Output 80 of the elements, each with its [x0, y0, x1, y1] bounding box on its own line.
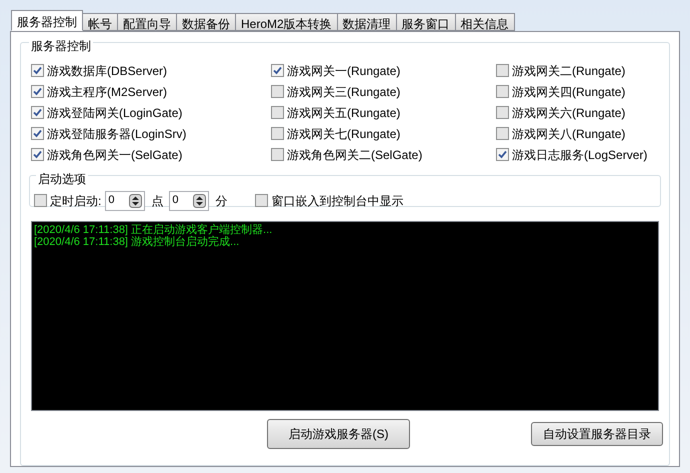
checkbox-option[interactable]: 游戏网关一(Rungate) [271, 60, 496, 81]
checkbox[interactable] [31, 64, 44, 77]
checkbox[interactable] [496, 64, 509, 77]
checkbox-label: 游戏网关三(Rungate) [287, 84, 400, 100]
checkbox-option[interactable]: 游戏网关六(Rungate) [496, 102, 667, 123]
tab[interactable]: HeroM2版本转换 [235, 13, 338, 31]
log-line: [2020/4/6 17:11:38] 游戏控制台启动完成... [34, 236, 240, 248]
checkbox-label: 游戏数据库(DBServer) [47, 62, 168, 80]
checkbox-label: 游戏网关一(Rungate) [287, 62, 400, 80]
checkbox-label: 游戏登陆服务器(LoginSrv) [47, 126, 186, 142]
checkbox-option[interactable]: 游戏角色网关二(SelGate) [271, 144, 496, 165]
checkbox-option[interactable]: 窗口嵌入到控制台中显示 [255, 190, 404, 211]
checkbox-label: 游戏网关六(Rungate) [512, 104, 626, 122]
checkbox-label: 定时启动: [50, 192, 102, 210]
checkbox-label: 游戏网关五(Rungate) [287, 104, 400, 122]
checkbox[interactable] [496, 148, 509, 161]
checkbox-label: 游戏网关二(Rungate) [512, 62, 626, 80]
checkbox[interactable] [31, 127, 44, 140]
checkbox[interactable] [271, 148, 284, 161]
checkmark-icon [33, 66, 42, 75]
checkbox-label: 游戏网关八(Rungate) [512, 126, 626, 142]
checkbox-option[interactable]: 游戏日志服务(LogServer) [496, 144, 667, 165]
checkbox-option[interactable]: 游戏网关四(Rungate) [496, 81, 667, 102]
checkbox[interactable] [255, 194, 268, 207]
unit-label: 分 [215, 192, 228, 210]
checkbox-option[interactable]: 游戏登陆网关(LoginGate) [31, 102, 271, 123]
checkbox-label: 游戏登陆网关(LoginGate) [47, 104, 182, 122]
checkbox-option[interactable]: 游戏主程序(M2Server) [31, 81, 271, 102]
spin-arrows-icon[interactable] [129, 194, 142, 208]
checkmark-icon [33, 150, 42, 159]
tab[interactable]: 服务窗口 [396, 13, 456, 31]
checkbox-option[interactable]: 游戏登陆服务器(LoginSrv) [31, 123, 271, 144]
checkbox-label: 游戏日志服务(LogServer) [512, 146, 648, 164]
number-spinner[interactable]: 0 [105, 190, 146, 210]
checkbox[interactable] [271, 127, 284, 140]
checkbox[interactable] [496, 106, 509, 119]
checkbox-label: 游戏角色网关一(SelGate) [47, 146, 182, 164]
unit-label: 点 [151, 192, 164, 210]
checkbox[interactable] [271, 85, 284, 98]
checkbox[interactable] [496, 85, 509, 98]
checkbox-label: 游戏主程序(M2Server) [47, 84, 168, 100]
checkmark-icon [273, 66, 282, 75]
checkbox-label: 游戏网关七(Rungate) [287, 126, 400, 142]
checkbox[interactable] [271, 64, 284, 77]
checkbox[interactable] [31, 106, 44, 119]
checkbox-option[interactable]: 游戏网关二(Rungate) [496, 60, 667, 81]
spin-arrows-icon[interactable] [193, 194, 206, 208]
checkbox[interactable] [496, 127, 509, 140]
tab[interactable]: 数据备份 [176, 13, 236, 31]
checkbox-option[interactable]: 游戏角色网关一(SelGate) [31, 144, 271, 165]
group-title: 服务器控制 [31, 39, 91, 53]
checkmark-icon [33, 108, 42, 117]
group-title: 启动选项 [38, 172, 86, 186]
log-line: [2020/4/6 17:11:38] 正在启动游戏客户端控制器... [34, 224, 274, 236]
checkmark-icon [498, 150, 507, 159]
tab[interactable]: 数据清理 [336, 13, 397, 31]
checkbox[interactable] [34, 194, 47, 207]
checkbox-option[interactable]: 游戏网关五(Rungate) [271, 102, 496, 123]
checkmark-icon [33, 129, 42, 138]
checkmark-icon [33, 87, 42, 96]
checkbox-label: 窗口嵌入到控制台中显示 [271, 192, 404, 210]
start-server-button[interactable]: 启动游戏服务器(S) [267, 419, 410, 449]
checkbox[interactable] [31, 148, 44, 161]
checkbox-option[interactable]: 游戏网关三(Rungate) [271, 81, 496, 102]
checkbox-option[interactable]: 游戏网关七(Rungate) [271, 123, 496, 144]
checkbox[interactable] [271, 106, 284, 119]
checkbox[interactable] [31, 85, 44, 98]
checkbox-option[interactable]: 游戏数据库(DBServer) [31, 60, 271, 81]
checkbox-label: 游戏角色网关二(SelGate) [287, 146, 422, 164]
spinner-value: 0 [172, 193, 178, 208]
checkbox-option[interactable]: 定时启动: [34, 190, 102, 211]
spinner-value: 0 [108, 193, 114, 208]
tab[interactable]: 配置向导 [117, 13, 177, 31]
tab[interactable]: 帐号 [82, 13, 118, 31]
tab[interactable]: 服务器控制 [11, 10, 83, 31]
checkbox-option[interactable]: 游戏网关八(Rungate) [496, 123, 667, 144]
auto-directory-button[interactable]: 自动设置服务器目录 [531, 422, 663, 446]
number-spinner[interactable]: 0 [169, 190, 210, 210]
checkbox-label: 游戏网关四(Rungate) [512, 84, 626, 100]
tab[interactable]: 相关信息 [454, 13, 515, 31]
